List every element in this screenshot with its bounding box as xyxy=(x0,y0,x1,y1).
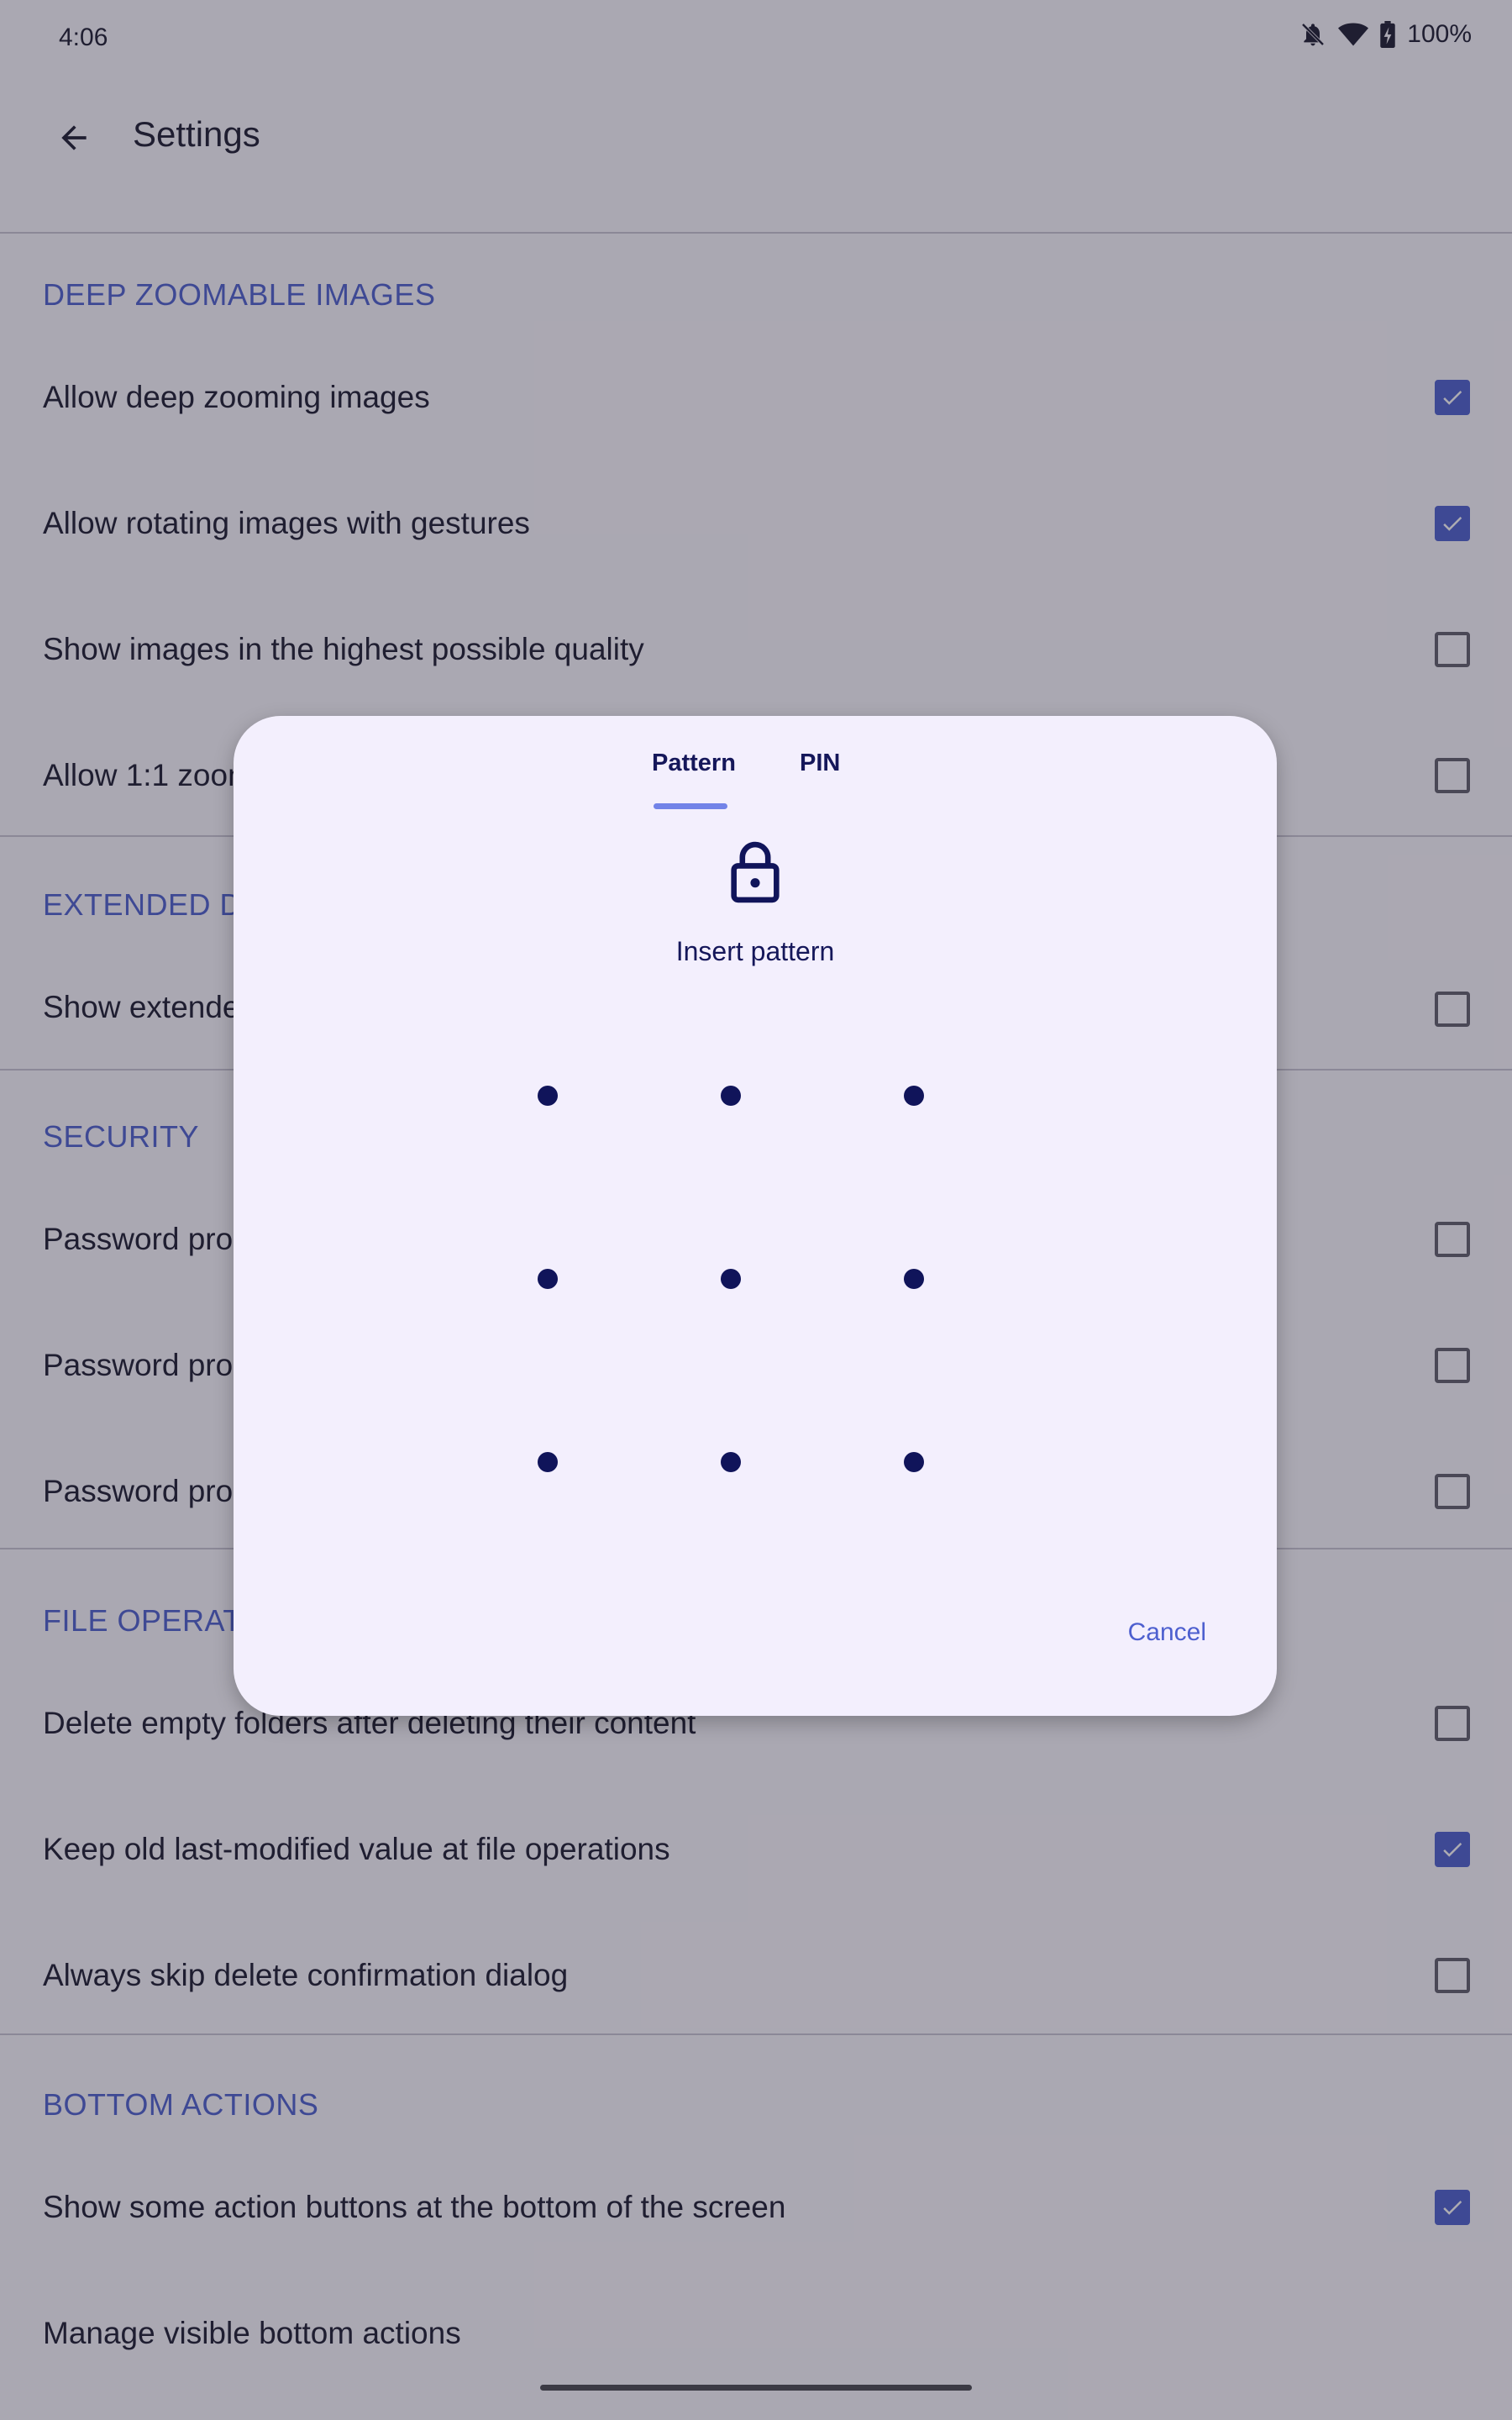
security-dialog: Pattern PIN Insert pattern Cancel xyxy=(234,716,1277,1716)
dialog-prompt: Insert pattern xyxy=(675,936,835,966)
tab-indicator xyxy=(654,803,727,809)
tab-pin[interactable]: PIN xyxy=(800,750,840,777)
pattern-dot[interactable] xyxy=(721,1269,741,1289)
pattern-dot[interactable] xyxy=(904,1086,924,1106)
pattern-dot[interactable] xyxy=(721,1452,741,1472)
lock-icon xyxy=(731,841,780,903)
tab-pattern[interactable]: Pattern xyxy=(652,750,736,777)
gesture-nav-handle[interactable] xyxy=(540,2385,972,2391)
pattern-dot[interactable] xyxy=(538,1452,558,1472)
pattern-dot[interactable] xyxy=(538,1086,558,1106)
cancel-button[interactable]: Cancel xyxy=(1128,1610,1206,1655)
pattern-dot[interactable] xyxy=(904,1269,924,1289)
pattern-dot[interactable] xyxy=(904,1452,924,1472)
pattern-grid[interactable] xyxy=(538,1086,924,1472)
pattern-dot[interactable] xyxy=(721,1086,741,1106)
pattern-dot[interactable] xyxy=(538,1269,558,1289)
